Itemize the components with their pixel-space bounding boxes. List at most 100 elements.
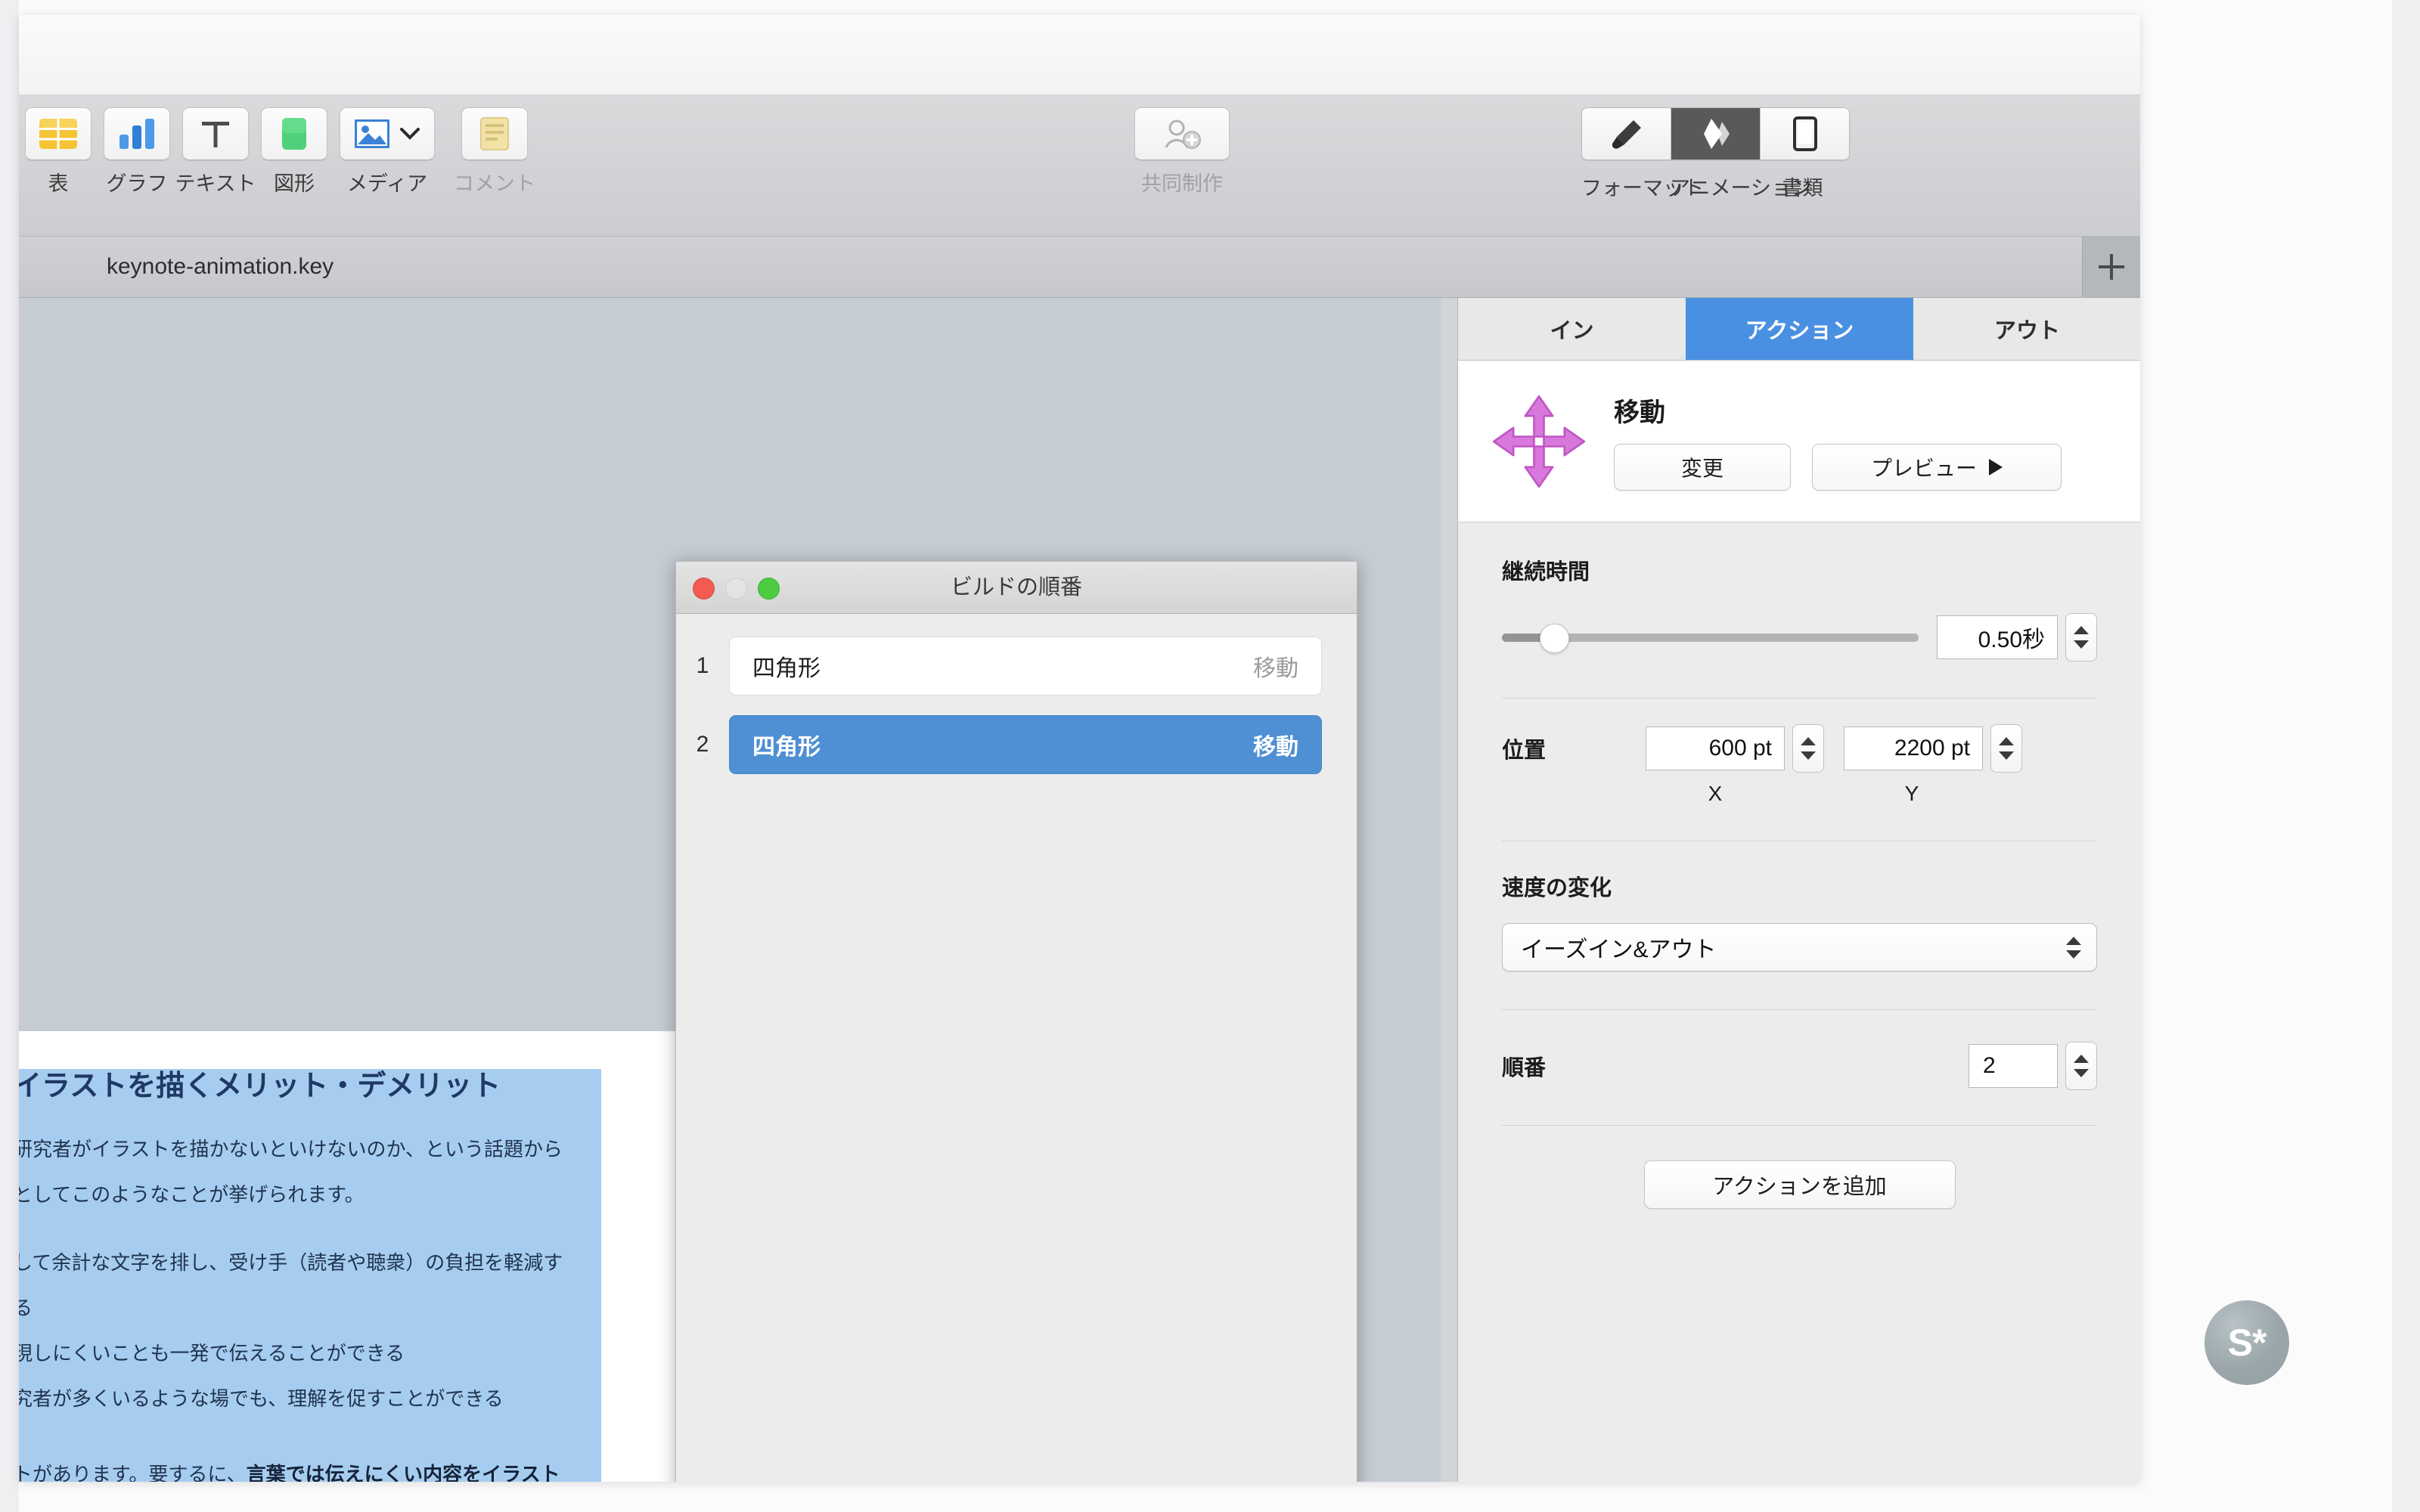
chevron-up-icon [1801, 737, 1816, 745]
change-effect-button[interactable]: 変更 [1614, 444, 1791, 491]
tab-action[interactable]: アクション [1686, 298, 1913, 360]
tab-in[interactable]: イン [1458, 298, 1686, 360]
chevron-up-icon [2074, 626, 2089, 634]
toolbar-label-comment: コメント [454, 172, 535, 195]
slide-line-4: る [19, 1297, 33, 1319]
toolbar-item-text[interactable]: テキスト [175, 107, 256, 197]
chevron-down-icon [1801, 751, 1816, 760]
position-x-stepper[interactable] [1792, 724, 1824, 773]
chart-icon [119, 119, 154, 149]
diamond-icon [1703, 119, 1730, 149]
effect-name: 移動 [1614, 398, 1665, 427]
toolbar-label-table: 表 [48, 172, 69, 195]
easing-value: イーズイン&アウト [1521, 937, 1717, 962]
build-order-list: 1 四角形 移動 2 四角形 移動 [676, 614, 1357, 777]
order-controls: 順番 2 [1502, 1042, 2097, 1090]
slide-text-block[interactable]: イラストを描くメリット・デメリット 研究者がイラストを描かないといけないのか、と… [19, 1066, 693, 1482]
toolbar-item-chart[interactable]: グラフ [98, 107, 176, 197]
toolbar-item-table[interactable]: 表 [19, 107, 98, 197]
build-row[interactable]: 1 四角形 移動 [676, 634, 1357, 699]
toolbar-label-shape: 図形 [274, 172, 315, 195]
duration-field[interactable]: 0.50秒 [1937, 615, 2058, 659]
duration-section: 継続時間 0.50秒 [1458, 522, 2140, 662]
easing-select[interactable]: イーズイン&アウト [1502, 923, 2097, 971]
build-object-name: 四角形 [752, 656, 821, 681]
slide-line-7: トがあります。要するに、言葉では伝えにくい内容をイラスト [19, 1452, 693, 1482]
axis-label-x: X [1708, 782, 1723, 805]
table-button[interactable] [25, 107, 92, 160]
inspector-tabs: イン アクション アウト [1458, 298, 2140, 361]
axis-label-y: Y [1904, 782, 1919, 805]
document-icon [1792, 116, 1817, 151]
order-label: 順番 [1502, 1056, 1547, 1080]
build-effect-name: 移動 [1253, 656, 1298, 681]
slider-knob[interactable] [1539, 623, 1569, 653]
toolbar-label-text: テキスト [175, 172, 256, 195]
segment-animate[interactable] [1671, 108, 1761, 160]
position-y-stepper[interactable] [1990, 724, 2022, 773]
position-label: 位置 [1502, 739, 1547, 763]
toolbar-item-media[interactable]: メディア [334, 107, 441, 197]
duration-label: 継続時間 [1502, 560, 1590, 584]
segment-label-document: 書類 [1782, 177, 1823, 200]
toolbar-item-comment[interactable]: コメント [441, 107, 548, 197]
segment-format[interactable] [1582, 108, 1671, 160]
document-tab-bar: keynote-animation.key [19, 237, 2140, 298]
inspector-segmented-control[interactable] [1581, 107, 1850, 160]
segment-label-animate: アニメーション [1670, 177, 1812, 200]
close-icon[interactable] [693, 578, 715, 600]
effect-header-text: 移動 変更 プレビュー [1614, 392, 2062, 491]
toolbar-item-shape[interactable]: 図形 [255, 107, 334, 197]
add-action-button[interactable]: アクションを追加 [1643, 1160, 1956, 1209]
easing-section: 速度の変化 イーズイン&アウト [1458, 841, 2140, 971]
media-icon [355, 119, 389, 148]
minimize-icon[interactable] [725, 578, 747, 600]
chevron-up-icon [1999, 737, 2014, 745]
shape-button[interactable] [261, 107, 327, 160]
duration-controls: 0.50秒 [1502, 613, 2097, 662]
chevron-up-icon [2074, 1055, 2089, 1063]
preview-button[interactable]: プレビュー [1812, 444, 2062, 491]
tab-out[interactable]: アウト [1913, 298, 2140, 360]
easing-label: 速度の変化 [1502, 876, 1612, 900]
order-field[interactable]: 2 [1969, 1044, 2058, 1088]
document-tab[interactable]: keynote-animation.key [85, 237, 355, 297]
position-y-group: 2200 pt [1844, 724, 2022, 773]
text-button[interactable] [182, 107, 249, 160]
animation-inspector: イン アクション アウト 移動 変更 プレビュー 継続時間 0.50秒 位置 6… [1457, 298, 2140, 1482]
toolbar-collaborate-group: 共同制作 [1119, 107, 1245, 197]
chevron-down-icon [1999, 751, 2014, 760]
keynote-window: 表 グラフ テキスト 図形 メディア コメント 共同制作 フォーマット アニメー… [19, 15, 2140, 1482]
position-section: 位置 600 pt 2200 pt X Y [1458, 724, 2140, 806]
main-toolbar: 表 グラフ テキスト 図形 メディア コメント 共同制作 フォーマット アニメー… [19, 95, 2140, 237]
shape-icon [282, 118, 306, 150]
build-item[interactable]: 四角形 移動 [729, 637, 1322, 696]
build-row[interactable]: 2 四角形 移動 [676, 712, 1357, 777]
position-y-field[interactable]: 2200 pt [1844, 727, 1983, 770]
zoom-icon[interactable] [758, 578, 780, 600]
position-x-field[interactable]: 600 pt [1646, 727, 1785, 770]
build-object-name: 四角形 [752, 735, 821, 760]
position-controls: 位置 600 pt 2200 pt [1502, 724, 2097, 773]
chart-button[interactable] [104, 107, 170, 160]
slide-line-2: としてこのようなことが挙げられます。 [19, 1183, 365, 1206]
comment-button[interactable] [461, 107, 528, 160]
segment-document[interactable] [1761, 108, 1849, 160]
slide-line-7-plain: トがあります。要するに、 [19, 1463, 247, 1482]
slide-line-1: 研究者がイラストを描かないといけないのか、という話題から [19, 1138, 563, 1160]
order-stepper[interactable] [2065, 1042, 2097, 1090]
build-index: 1 [696, 653, 709, 678]
duration-stepper[interactable] [2065, 613, 2097, 662]
slide-line-7-bold: 言葉では伝えにくい内容をイラスト [246, 1463, 560, 1482]
new-tab-button[interactable] [2082, 237, 2140, 297]
media-button[interactable] [340, 107, 435, 160]
text-icon [202, 122, 229, 147]
move-arrows-icon [1492, 395, 1586, 488]
segmented-labels: フォーマット アニメーション 書類 [1581, 172, 1847, 201]
build-item[interactable]: 四角形 移動 [729, 715, 1322, 774]
collaborate-button[interactable] [1134, 107, 1230, 160]
chevron-down-icon [400, 128, 420, 140]
build-effect-name: 移動 [1253, 735, 1298, 760]
toolbar-item-collaborate[interactable]: 共同制作 [1119, 107, 1245, 197]
duration-slider[interactable] [1502, 623, 1919, 653]
